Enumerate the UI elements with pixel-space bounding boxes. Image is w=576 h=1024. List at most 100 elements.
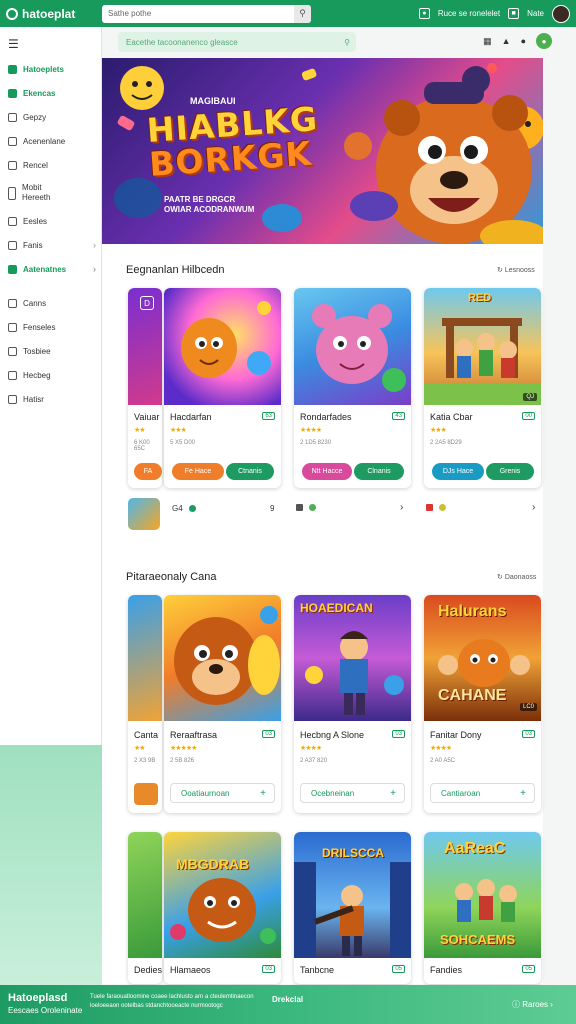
age-badge: 03: [392, 730, 405, 738]
sidebar-item-8[interactable]: Aatenatnes ›: [0, 257, 102, 281]
calendar-icon[interactable]: ▦: [483, 36, 492, 47]
game-thumbnail: D: [128, 288, 162, 405]
game-card[interactable]: DRILSCCA Tanbcne 05: [294, 832, 411, 984]
game-meta: 2 X3 9B: [134, 758, 156, 764]
grid-icon: [8, 88, 17, 98]
sidebar-item-0[interactable]: Hatoeplets: [0, 57, 102, 81]
game-card-partial[interactable]: Dedies: [128, 832, 162, 984]
game-card[interactable]: Reraaftrasa 03 ★★★★★ 2 5B 826 Ooatiaurno…: [164, 595, 281, 813]
sidebar-item-2[interactable]: Gepzy: [0, 105, 102, 129]
notification-icon[interactable]: ■: [508, 8, 520, 19]
sidebar-item-13[interactable]: Hatisr: [0, 387, 102, 411]
main-header-icons: ▦ ▲ ● ●: [483, 33, 552, 49]
game-name: Reraaftrasa: [170, 730, 218, 740]
game-name: Tanbcne: [300, 965, 335, 975]
game-card[interactable]: MBGDRAB Hlamaeos 03: [164, 832, 281, 984]
sidebar-item-11[interactable]: Tosbiee: [0, 339, 102, 363]
sidebar-item-label: Fenseles: [23, 322, 56, 332]
sidebar-item-label: Tosbiee: [23, 346, 51, 356]
section2-more-link[interactable]: ↻ Daonaoss: [497, 573, 536, 581]
chevron-right-icon[interactable]: ›: [400, 502, 403, 513]
install-button-label: Cantiaroan: [441, 788, 481, 798]
game-art: [312, 304, 406, 392]
sidebar-item-label: Hatisr: [23, 394, 44, 404]
rating-stars: ★★★: [430, 427, 447, 434]
user-status-icon[interactable]: ●: [536, 33, 552, 49]
game-art-title-top: AaReaC: [444, 840, 506, 857]
install-button[interactable]: Ooatiaurnoan +: [170, 783, 275, 803]
install-button[interactable]: Ocebneinan +: [300, 783, 405, 803]
top-search-input[interactable]: Sathe pothe ⚲: [102, 4, 311, 23]
game-card[interactable]: RED QJ Katia Cbar 00 ★★★ 2 2A5 8D29 DJs …: [424, 288, 541, 488]
sidebar-item-9[interactable]: Canns: [0, 291, 102, 315]
avatar[interactable]: [552, 4, 570, 23]
compass-icon: [8, 346, 17, 356]
sidebar-item-1[interactable]: Ekencas: [0, 81, 102, 105]
footer-brand[interactable]: Hatoeplasd: [8, 992, 67, 1004]
mini-game-icon[interactable]: [128, 498, 160, 530]
mini-row-item[interactable]: 9: [270, 504, 274, 513]
play-button[interactable]: FA: [134, 463, 162, 480]
search-icon[interactable]: ⚲: [344, 38, 350, 47]
game-card[interactable]: HOAEDICAN Hecbng A Slone 03 ★★★★ 2 A37 8…: [294, 595, 411, 813]
game-name: Dedies: [134, 965, 162, 975]
secondary-action-button[interactable]: Ntt Hacce: [302, 463, 352, 480]
game-card[interactable]: Halurans CAHANE LC0 Fanitar Dony 03 ★★★★…: [424, 595, 541, 813]
game-card-partial[interactable]: Canta ★★ 2 X3 9B: [128, 595, 162, 813]
sidebar-item-5[interactable]: Mobit Hereeth: [0, 177, 102, 209]
game-card[interactable]: AaReaC SOHCAEMS Fandies 05: [424, 832, 541, 984]
sidebar-item-4[interactable]: Rencel: [0, 153, 102, 177]
game-art: [181, 301, 271, 378]
video-badge: QJ: [523, 393, 537, 401]
sidebar-decoration: [0, 745, 102, 985]
game-name: Katia Cbar: [430, 412, 473, 422]
install-button[interactable]: Cantiaroan +: [430, 783, 535, 803]
hero-subtitle-line1: PAATR BE DRGCR: [164, 195, 236, 204]
hamburger-menu-icon[interactable]: ☰: [8, 37, 19, 51]
notice-label[interactable]: Nate: [527, 9, 544, 18]
play-button[interactable]: Ctnanis: [226, 463, 274, 480]
brand-logo[interactable]: hatoeplat: [6, 7, 102, 21]
mini-row-label: G4: [172, 504, 183, 513]
section1-more-link[interactable]: ↻ Lesnooss: [497, 266, 535, 274]
secondary-action-button[interactable]: Fe Hace: [172, 463, 224, 480]
game-card-partial[interactable]: D Vaiuar ★★ 6 K00 65C FA: [128, 288, 162, 488]
top-search-placeholder: Sathe pothe: [108, 9, 152, 18]
sidebar-item-10[interactable]: Fenseles: [0, 315, 102, 339]
hero-banner[interactable]: MAGIBAUI HIABLKG BORKGK PAATR BE DRGCR O…: [102, 58, 543, 244]
age-badge: 05: [392, 965, 405, 973]
plus-icon: +: [520, 787, 526, 799]
search-icon[interactable]: ⚲: [294, 4, 311, 23]
sidebar-item-3[interactable]: Acenenlane: [0, 129, 102, 153]
rating-stars: ★★★★★: [170, 745, 197, 752]
game-name: Rondarfades: [300, 412, 352, 422]
settings-icon: [8, 322, 17, 332]
install-button-label: Ooatiaurnoan: [181, 788, 230, 798]
sidebar-item-7[interactable]: Fanis ›: [0, 233, 102, 257]
play-button[interactable]: Clnanis: [354, 463, 404, 480]
footer-links[interactable]: Tuele faraouatloomine coaee lachlusto ar…: [90, 993, 270, 1011]
sidebar-item-12[interactable]: Hecbeg: [0, 363, 102, 387]
play-button[interactable]: Grenis: [486, 463, 534, 480]
footer-mid-text[interactable]: Drekclal: [272, 995, 303, 1004]
game-thumbnail: AaReaC SOHCAEMS: [424, 832, 541, 958]
footer-right-link[interactable]: ⓘ Raroes ›: [512, 999, 553, 1010]
bell-icon[interactable]: ●: [521, 36, 526, 46]
chevron-right-icon[interactable]: ›: [532, 502, 535, 513]
shield-icon[interactable]: ●: [418, 8, 430, 19]
gamepad-icon[interactable]: ▲: [502, 36, 511, 46]
gift-icon: [8, 370, 17, 380]
chevron-right-icon: ›: [93, 240, 96, 250]
game-card[interactable]: Hacdarfan 63 ★★★ 5 X5 D00 Fe Hace Ctnani…: [164, 288, 281, 488]
account-label[interactable]: Ruce se ronelelet: [438, 9, 500, 18]
game-art: [174, 606, 280, 705]
mini-row-item[interactable]: [426, 504, 446, 511]
brand-name: hatoeplat: [22, 6, 76, 21]
mini-row-item[interactable]: G4: [172, 504, 196, 513]
game-card[interactable]: Rondarfades 43 ★★★★ 2 1D5 8230 Ntt Hacce…: [294, 288, 411, 488]
main-search-input[interactable]: Eacethe tacoonanenco gleasce ⚲: [118, 32, 356, 52]
sidebar-item-6[interactable]: Eesles: [0, 209, 102, 233]
hero-subtitle: PAATR BE DRGCR OWIAR ACODRANWUM: [164, 195, 254, 215]
mini-row-item[interactable]: [296, 504, 316, 511]
secondary-action-button[interactable]: DJs Hace: [432, 463, 484, 480]
